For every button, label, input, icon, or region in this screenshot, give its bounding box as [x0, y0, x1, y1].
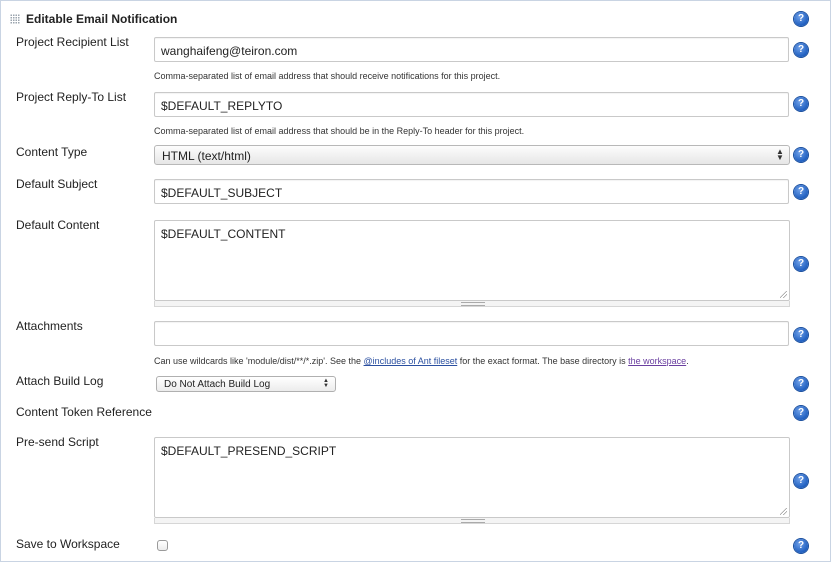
- content-type-label: Content Type: [16, 145, 88, 159]
- presend-resize-bar[interactable]: [154, 518, 790, 524]
- save-to-workspace-checkbox[interactable]: [157, 540, 168, 551]
- section-header: Editable Email Notification ?: [1, 1, 830, 35]
- help-icon[interactable]: ?: [794, 43, 808, 57]
- content-textarea[interactable]: $DEFAULT_CONTENT: [154, 220, 790, 301]
- help-icon[interactable]: ?: [794, 474, 808, 488]
- help-icon[interactable]: ?: [794, 148, 808, 162]
- subject-label: Default Subject: [16, 177, 98, 191]
- resize-grip-icon[interactable]: [780, 508, 787, 515]
- recipient-label: Project Recipient List: [16, 35, 129, 49]
- help-icon[interactable]: ?: [794, 406, 808, 420]
- section-title: Editable Email Notification: [26, 12, 178, 26]
- help-icon[interactable]: ?: [794, 377, 808, 391]
- save-to-workspace-label: Save to Workspace: [16, 537, 120, 551]
- attachments-hint-prefix: Can use wildcards like 'module/dist/**/*…: [154, 356, 364, 366]
- reply-to-label: Project Reply-To List: [16, 90, 127, 104]
- drag-handle-icon[interactable]: [10, 14, 20, 24]
- subject-input[interactable]: $DEFAULT_SUBJECT: [154, 179, 789, 204]
- reply-to-input[interactable]: $DEFAULT_REPLYTO: [154, 92, 789, 117]
- attachments-label: Attachments: [16, 319, 83, 333]
- help-icon[interactable]: ?: [794, 539, 808, 553]
- reply-to-hint: Comma-separated list of email address th…: [154, 126, 525, 136]
- presend-script-textarea[interactable]: $DEFAULT_PRESEND_SCRIPT: [154, 437, 790, 518]
- recipient-input[interactable]: wanghaifeng@teiron.com: [154, 37, 789, 62]
- content-label: Default Content: [16, 218, 100, 232]
- content-type-select[interactable]: HTML (text/html) ▲ ▼: [154, 145, 790, 165]
- attach-build-log-label: Attach Build Log: [16, 374, 104, 388]
- ant-fileset-link[interactable]: @includes of Ant fileset: [364, 356, 458, 366]
- attachments-hint-middle: for the exact format. The base directory…: [457, 356, 629, 366]
- token-reference-label: Content Token Reference: [16, 405, 152, 419]
- help-icon[interactable]: ?: [794, 12, 808, 26]
- content-type-selected: HTML (text/html): [162, 149, 251, 163]
- select-arrows-icon: ▲ ▼: [323, 378, 329, 389]
- attach-build-log-select[interactable]: Do Not Attach Build Log ▲ ▼: [156, 376, 336, 392]
- help-icon[interactable]: ?: [794, 257, 808, 271]
- recipient-hint: Comma-separated list of email address th…: [154, 71, 501, 81]
- content-resize-bar[interactable]: [154, 301, 790, 307]
- select-arrows-icon: ▲ ▼: [776, 147, 784, 162]
- email-notification-panel: Editable Email Notification ? Project Re…: [0, 0, 831, 562]
- help-icon[interactable]: ?: [794, 97, 808, 111]
- attachments-input[interactable]: [154, 321, 789, 346]
- help-icon[interactable]: ?: [794, 328, 808, 342]
- help-icon[interactable]: ?: [794, 185, 808, 199]
- workspace-link[interactable]: the workspace: [628, 356, 686, 366]
- attachments-hint-suffix: .: [686, 356, 689, 366]
- content-text: $DEFAULT_CONTENT: [161, 227, 286, 241]
- presend-script-text: $DEFAULT_PRESEND_SCRIPT: [161, 444, 337, 458]
- attach-build-log-selected: Do Not Attach Build Log: [164, 379, 271, 390]
- presend-script-label: Pre-send Script: [16, 435, 99, 449]
- attachments-hint: Can use wildcards like 'module/dist/**/*…: [154, 356, 689, 366]
- resize-grip-icon[interactable]: [780, 291, 787, 298]
